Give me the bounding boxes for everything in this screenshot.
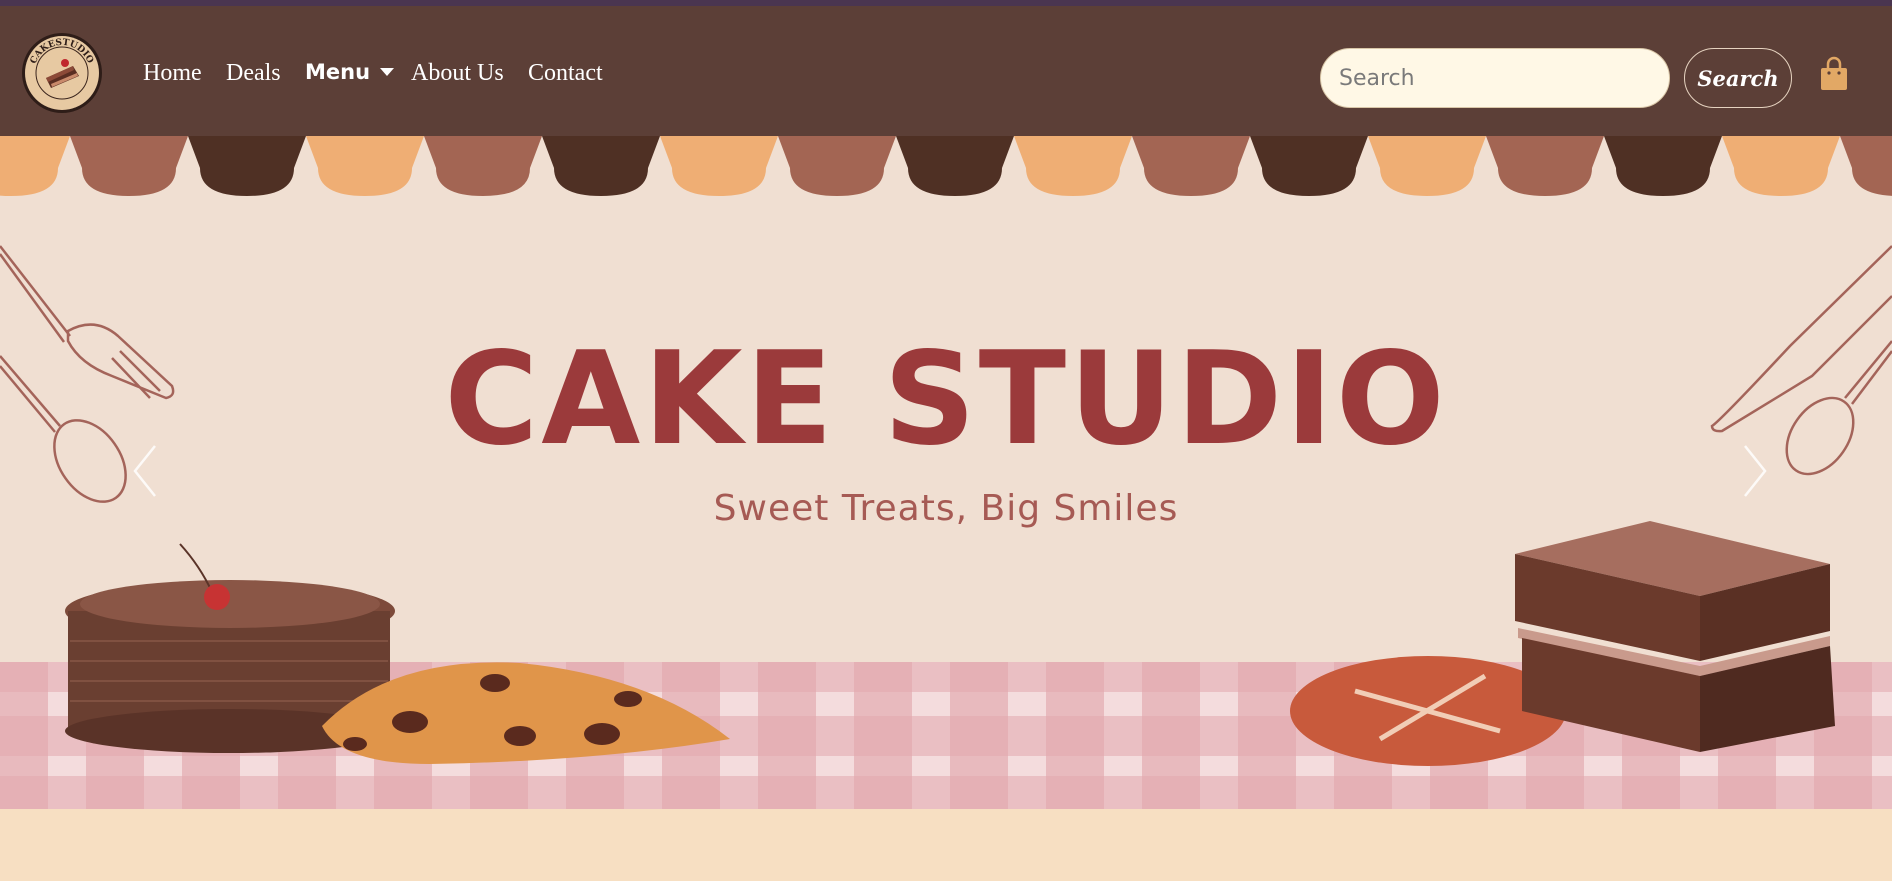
awning-scallop	[1604, 136, 1722, 196]
awning	[0, 136, 1892, 196]
nav-deals-link[interactable]: Deals	[226, 60, 281, 87]
nav-menu-dropdown[interactable]: Menu	[305, 60, 395, 84]
awning-scallop	[1722, 136, 1840, 196]
awning-scallop	[896, 136, 1014, 196]
nav-home-link[interactable]: Home	[143, 60, 202, 87]
awning-scallop	[424, 136, 542, 196]
nav-contact-link[interactable]: Contact	[528, 60, 603, 87]
chevron-left-icon[interactable]	[125, 436, 165, 506]
awning-scallop	[1368, 136, 1486, 196]
brownie-illustration	[1515, 521, 1835, 752]
hero-title: CAKE STUDIO	[444, 325, 1448, 474]
awning-scallop	[188, 136, 306, 196]
shopping-bag-icon[interactable]	[1818, 56, 1850, 92]
hero-carousel: CAKE STUDIO Sweet Treats, Big Smiles	[0, 136, 1892, 809]
awning-scallop	[0, 136, 70, 196]
search-input[interactable]	[1320, 48, 1670, 108]
nav-menu-label: Menu	[305, 60, 371, 84]
hero-subtitle: Sweet Treats, Big Smiles	[713, 488, 1179, 529]
awning-scallop	[1132, 136, 1250, 196]
navbar: CAKESTUDIO Home Deals Menu About Us Cont…	[0, 6, 1892, 136]
awning-scallop	[306, 136, 424, 196]
awning-scallop	[660, 136, 778, 196]
tablecloth-stripe	[0, 776, 1892, 809]
awning-scallop	[1840, 136, 1892, 196]
awning-scallop	[542, 136, 660, 196]
nav-about-link[interactable]: About Us	[411, 60, 504, 87]
awning-scallop	[1486, 136, 1604, 196]
awning-scallop	[778, 136, 896, 196]
awning-scallop	[1250, 136, 1368, 196]
search-button[interactable]: Search	[1684, 48, 1792, 108]
awning-scallop	[1014, 136, 1132, 196]
cakestudio-logo[interactable]: CAKESTUDIO	[21, 32, 103, 114]
awning-scallop	[70, 136, 188, 196]
chevron-right-icon[interactable]	[1735, 436, 1775, 506]
caret-down-icon	[380, 68, 395, 76]
